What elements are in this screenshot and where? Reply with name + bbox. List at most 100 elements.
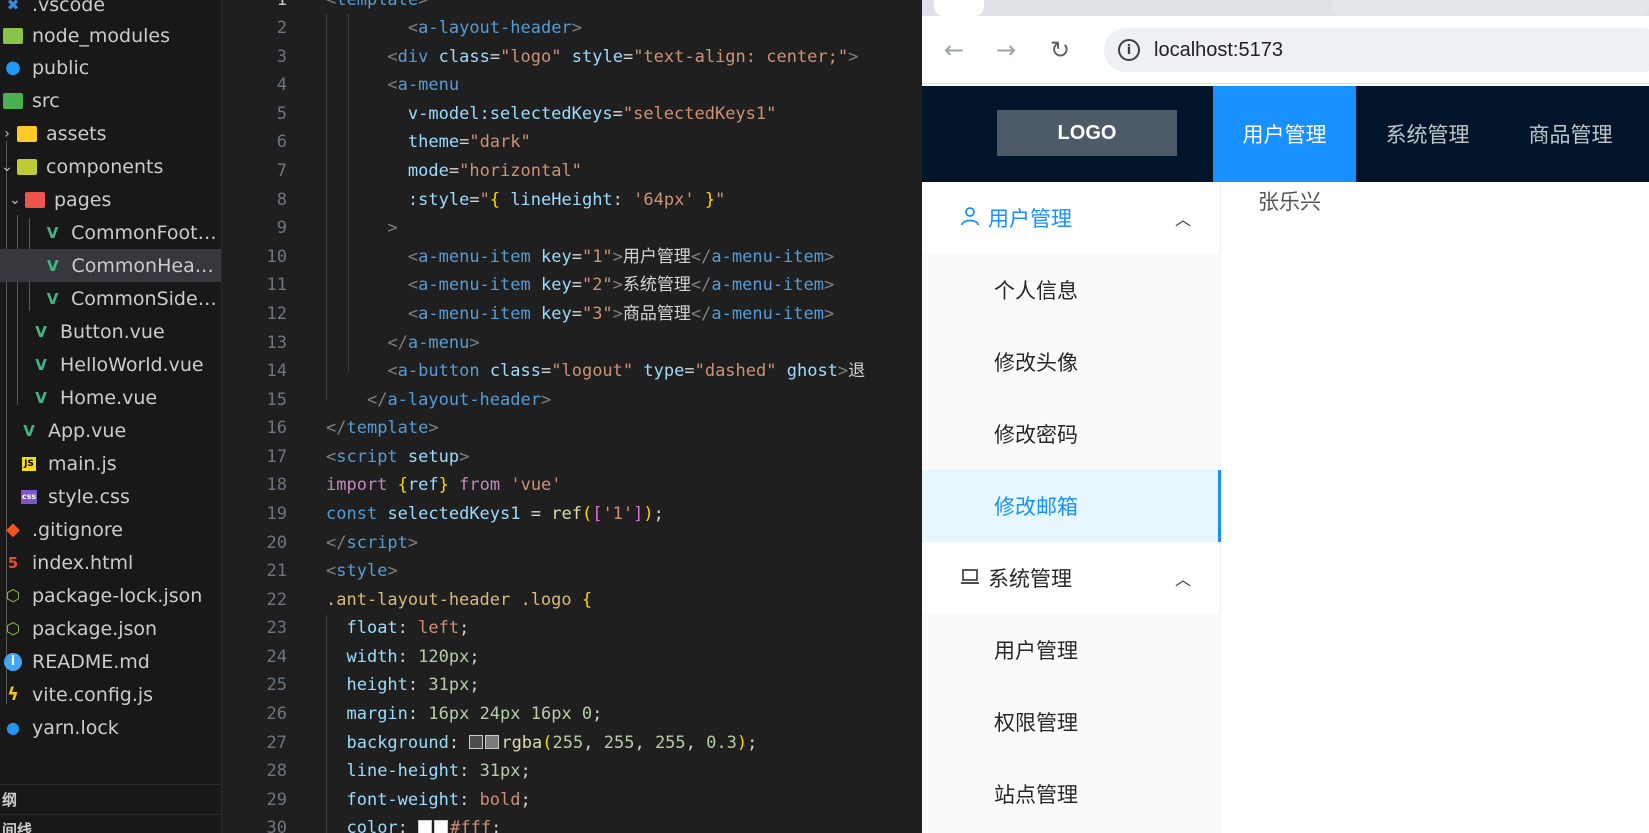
code-line: margin: 16px 24px 16px 0; (346, 704, 603, 724)
tree-item-style-css[interactable]: css style.css (0, 480, 221, 513)
chevron-right-icon: › (4, 125, 10, 142)
line-number: 18 (266, 475, 287, 495)
top-menu-user-management[interactable]: 用户管理 (1213, 86, 1356, 182)
code-line: <div class="logo" style="text-align: cen… (387, 47, 859, 67)
tree-item-assets[interactable]: › assets (0, 117, 221, 150)
code-line: float: left; (346, 618, 470, 638)
code-line: const selectedKeys1 = ref(['1']); (326, 504, 664, 524)
tree-item-commonheader[interactable]: V CommonHead... (0, 249, 221, 282)
top-menu-product-management[interactable]: 商品管理 (1499, 86, 1642, 182)
node-json-icon: ⬡ (6, 586, 20, 605)
line-number: 9 (276, 218, 287, 238)
vue-file-icon: V (35, 388, 47, 407)
reload-button[interactable]: ↻ (1042, 32, 1078, 68)
line-number: 25 (266, 675, 287, 695)
public-folder-icon: ● (5, 57, 21, 78)
tree-item-home-vue[interactable]: V Home.vue (0, 381, 221, 414)
tab[interactable] (934, 0, 984, 16)
vue-file-icon: V (46, 289, 59, 308)
content-area: 张乐兴 (1222, 182, 1649, 833)
line-number: 3 (276, 47, 287, 67)
outline-panel-header[interactable]: 纲 (0, 784, 221, 814)
submenu-system-management-items: 用户管理 权限管理 站点管理 (922, 614, 1221, 833)
tab[interactable] (1332, 0, 1649, 16)
html-file-icon: 5 (7, 553, 19, 572)
code-line: color: #fff; (346, 818, 502, 833)
tree-item-gitignore[interactable]: ◆ .gitignore (0, 513, 221, 546)
tree-item-helloworld-vue[interactable]: V HelloWorld.vue (0, 348, 221, 381)
code-line: <script setup> (326, 447, 470, 467)
yarn-file-icon: ● (6, 718, 20, 737)
submenu-user-management[interactable]: 用户管理 ︿ (922, 182, 1221, 254)
line-number: 21 (266, 561, 287, 581)
content-text: 张乐兴 (1258, 190, 1321, 214)
top-menu-system-management[interactable]: 系统管理 (1356, 86, 1499, 182)
line-number: 10 (266, 247, 287, 267)
line-number: 13 (266, 333, 287, 353)
address-bar[interactable]: i localhost:5173 (1104, 28, 1649, 72)
vue-file-icon: V (46, 223, 59, 242)
back-button[interactable]: ← (936, 32, 972, 68)
line-number: 2 (276, 18, 287, 38)
tree-item-vite-config[interactable]: ϟ vite.config.js (0, 678, 221, 711)
code-line: <template> (326, 0, 429, 10)
code-editor[interactable]: 1 2 3 4 5 6 7 8 9 10 11 12 13 14 15 16 17 18 19 20 21 22 23 24 2… (223, 0, 923, 833)
tree-item-package-json[interactable]: ⬡ package.json (0, 612, 221, 645)
tree-item-src[interactable]: src (0, 84, 221, 117)
tree-item-components[interactable]: ⌄ components (0, 150, 221, 183)
css-file-icon: css (16, 486, 42, 508)
vue-file-icon: V (35, 322, 47, 341)
timeline-panel-header[interactable]: 间线 (0, 814, 221, 833)
submenu-system-management[interactable]: 系统管理 ︿ (922, 542, 1221, 614)
line-number: 7 (276, 161, 287, 181)
tree-item-main-js[interactable]: JS main.js (0, 447, 221, 480)
site-info-icon[interactable]: i (1118, 39, 1140, 61)
code-line: <a-menu (387, 75, 460, 95)
code-line: </script> (326, 533, 419, 553)
tree-item-pages[interactable]: ⌄ pages (0, 183, 221, 216)
menu-item-change-avatar[interactable]: 修改头像 (922, 326, 1221, 398)
menu-item-user-management[interactable]: 用户管理 (922, 614, 1221, 686)
code-line: mode="horizontal" (407, 161, 582, 181)
pages-folder-icon (22, 189, 48, 211)
menu-item-permission-management[interactable]: 权限管理 (922, 686, 1221, 758)
line-number: 29 (266, 790, 287, 810)
code-line: height: 31px; (346, 675, 480, 695)
line-number: 27 (266, 733, 287, 753)
tree-item-readme[interactable]: i README.md (0, 645, 221, 678)
tree-item-public[interactable]: ● public (0, 51, 221, 84)
tree-item-commonfooter[interactable]: V CommonFoote... (0, 216, 221, 249)
user-icon (960, 206, 980, 231)
side-menu: 用户管理 ︿ 个人信息 修改头像 修改密码 修改邮箱 系统管理 ︿ 用户管理 权… (922, 182, 1221, 833)
tree-item-package-lock[interactable]: ⬡ package-lock.json (0, 579, 221, 612)
code-line: .ant-layout-header .logo { (326, 590, 593, 610)
line-number: 22 (266, 590, 287, 610)
forward-button[interactable]: → (988, 32, 1024, 68)
tree-item-index-html[interactable]: 5 index.html (0, 546, 221, 579)
menu-item-site-management[interactable]: 站点管理 (922, 758, 1221, 830)
tree-item-node-modules[interactable]: node_modules (0, 19, 221, 52)
line-number: 19 (266, 504, 287, 524)
chevron-up-icon: ︿ (1174, 210, 1191, 229)
menu-item-personal-info[interactable]: 个人信息 (922, 254, 1221, 326)
tab-strip (922, 0, 1649, 16)
browser-window: ← → ↻ i localhost:5173 LOGO 用户管理 系统管理 商品… (922, 0, 1649, 833)
tree-item-vscode[interactable]: ✖ .vscode (0, 0, 221, 21)
line-number: 16 (266, 418, 287, 438)
chevron-down-icon: ⌄ (9, 191, 21, 208)
code-line: width: 120px; (346, 647, 480, 667)
submenu-user-management-items: 个人信息 修改头像 修改密码 修改邮箱 (922, 254, 1221, 542)
file-explorer: ✖ .vscode node_modules ● public src › as… (0, 0, 222, 833)
menu-item-change-email[interactable]: 修改邮箱 (922, 470, 1221, 542)
node-folder-icon (0, 25, 26, 47)
code-line: <a-button class="logout" type="dashed" g… (387, 361, 866, 381)
src-folder-icon (0, 90, 26, 112)
line-number: 12 (266, 304, 287, 324)
tree-item-button-vue[interactable]: V Button.vue (0, 315, 221, 348)
tree-item-yarn-lock[interactable]: ● yarn.lock (0, 711, 221, 744)
assets-folder-icon (14, 123, 40, 145)
line-number: 30 (266, 818, 287, 833)
tree-item-app-vue[interactable]: V App.vue (0, 414, 221, 447)
tree-item-commonsider[interactable]: V CommonSider.... (0, 282, 221, 315)
menu-item-change-password[interactable]: 修改密码 (922, 398, 1221, 470)
